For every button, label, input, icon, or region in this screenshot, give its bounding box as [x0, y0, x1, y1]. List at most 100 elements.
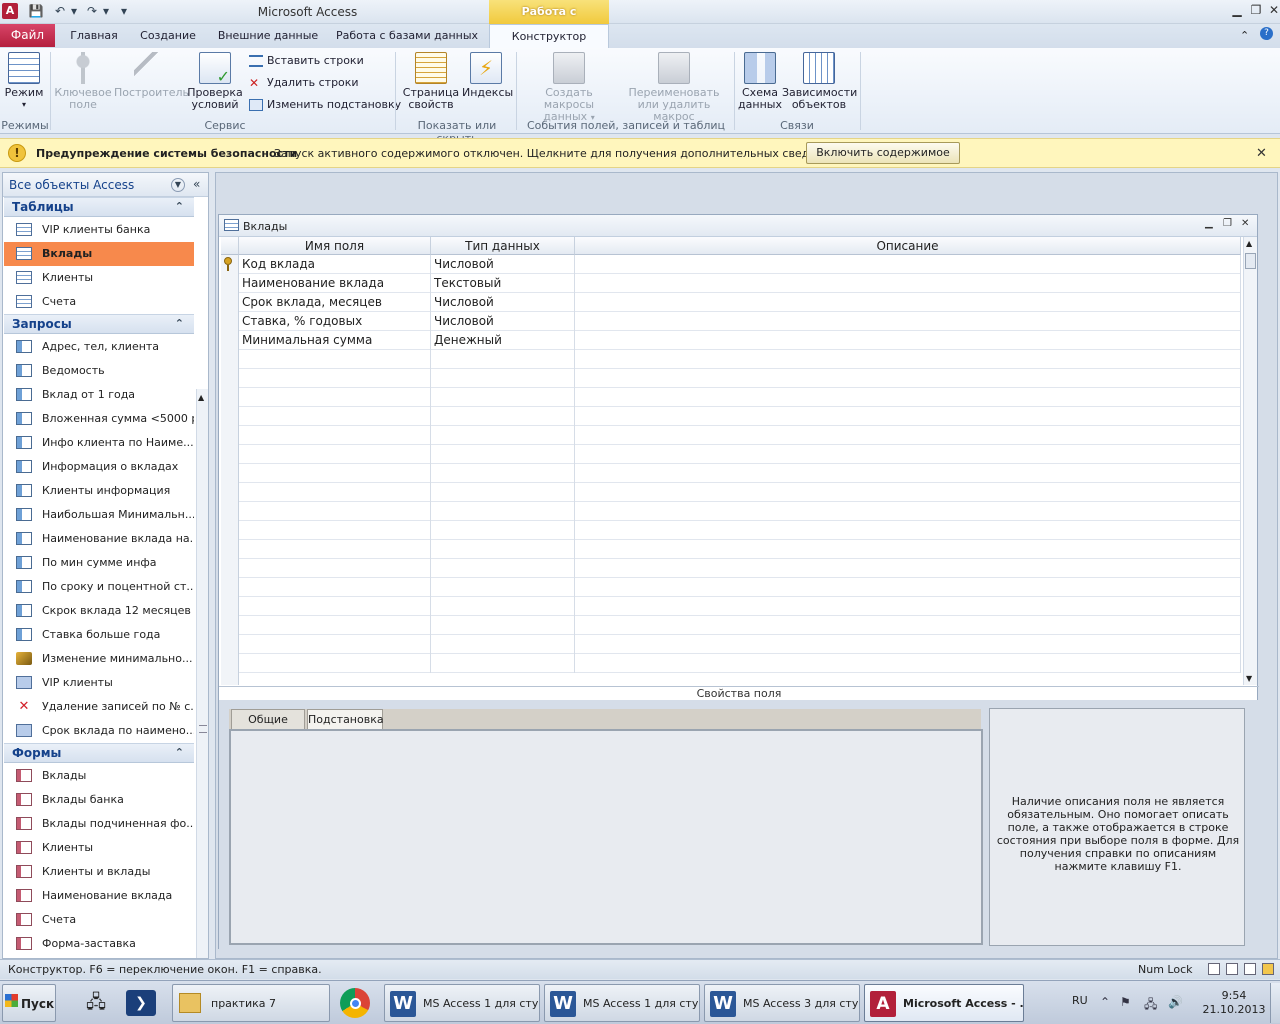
cell-desc[interactable]: [575, 616, 1241, 635]
chevron-up-icon[interactable]: ⌃: [175, 744, 184, 762]
cell-type[interactable]: [431, 483, 575, 502]
cell-name[interactable]: [239, 540, 431, 559]
cell-desc[interactable]: [575, 331, 1241, 350]
powershell-icon[interactable]: ❯: [126, 990, 156, 1016]
task-access[interactable]: A Microsoft Access - ...: [864, 984, 1024, 1022]
nav-item[interactable]: VIP клиенты банка: [4, 218, 194, 242]
nav-item[interactable]: Вклады: [4, 764, 194, 788]
cell-type[interactable]: Числовой: [431, 255, 575, 274]
cell-desc[interactable]: [575, 540, 1241, 559]
redo-dropdown-icon[interactable]: ▾: [98, 4, 114, 19]
doc-minimize-icon[interactable]: ▁: [1205, 218, 1213, 229]
nav-item[interactable]: По мин сумме инфа: [4, 551, 194, 575]
tab-general[interactable]: Общие: [231, 709, 305, 730]
chevron-down-icon[interactable]: ▼: [171, 178, 185, 192]
cell-name[interactable]: [239, 635, 431, 654]
cell-desc[interactable]: [575, 426, 1241, 445]
table-row[interactable]: Код вклада Числовой: [239, 255, 1241, 274]
tab-home[interactable]: Главная: [62, 24, 126, 48]
customize-qat-icon[interactable]: ▾: [116, 4, 132, 19]
cell-desc[interactable]: [575, 483, 1241, 502]
nav-item[interactable]: Вклад от 1 года: [4, 383, 194, 407]
cell-name[interactable]: [239, 369, 431, 388]
table-row[interactable]: [239, 445, 1241, 464]
cell-name[interactable]: [239, 388, 431, 407]
indexes-button[interactable]: ⚡ Индексы: [462, 52, 513, 99]
chevron-up-icon[interactable]: ⌃: [175, 315, 184, 333]
doc-close-icon[interactable]: ✕: [1241, 218, 1249, 229]
nav-section-header[interactable]: Формы ⌃: [4, 743, 194, 763]
column-header-field-name[interactable]: Имя поля: [239, 237, 431, 255]
nav-item[interactable]: Ставка больше года: [4, 623, 194, 647]
cell-type[interactable]: [431, 407, 575, 426]
cell-name[interactable]: [239, 350, 431, 369]
nav-item[interactable]: Адрес, тел, клиента: [4, 335, 194, 359]
cell-name[interactable]: Минимальная сумма: [239, 331, 431, 350]
cell-desc[interactable]: [575, 293, 1241, 312]
insert-rows-button[interactable]: Вставить строки: [249, 52, 364, 70]
cell-desc[interactable]: [575, 407, 1241, 426]
table-row[interactable]: [239, 559, 1241, 578]
cell-type[interactable]: [431, 616, 575, 635]
cell-type[interactable]: [431, 445, 575, 464]
cell-name[interactable]: [239, 559, 431, 578]
table-row[interactable]: Минимальная сумма Денежный: [239, 331, 1241, 350]
close-icon[interactable]: ✕: [1263, 2, 1280, 18]
doc-restore-icon[interactable]: ❐: [1223, 218, 1232, 229]
key-field-button[interactable]: Ключевое поле: [54, 52, 112, 111]
nav-scrollbar[interactable]: ▲ ▼: [196, 389, 208, 972]
nav-item[interactable]: Вклады подчиненная фо...: [4, 812, 194, 836]
nav-item[interactable]: Счета: [4, 290, 194, 314]
grid-corner[interactable]: [221, 237, 239, 255]
cell-type[interactable]: [431, 350, 575, 369]
tray-expand-icon[interactable]: ⌃: [1100, 995, 1110, 1009]
table-row[interactable]: [239, 654, 1241, 673]
table-row[interactable]: Срок вклада, месяцев Числовой: [239, 293, 1241, 312]
cell-name[interactable]: [239, 654, 431, 673]
cell-name[interactable]: Наименование вклада: [239, 274, 431, 293]
cell-name[interactable]: [239, 597, 431, 616]
rename-delete-macro-button[interactable]: Переименовать или удалить макрос: [618, 52, 730, 123]
nav-item[interactable]: ✕ Удаление записей по № с...: [4, 695, 194, 719]
nav-title[interactable]: Все объекты Access: [9, 178, 134, 192]
nav-item[interactable]: Клиенты и вклады: [4, 860, 194, 884]
nav-item[interactable]: Вклады банка: [4, 788, 194, 812]
task-word-1[interactable]: W MS Access 1 для сту...: [384, 984, 540, 1022]
cell-type[interactable]: [431, 635, 575, 654]
pivotchart-view-icon[interactable]: [1244, 963, 1256, 975]
table-row[interactable]: [239, 388, 1241, 407]
cell-desc[interactable]: [575, 502, 1241, 521]
network-app-icon[interactable]: 🖧: [78, 986, 114, 1020]
task-word-2[interactable]: W MS Access 1 для сту...: [544, 984, 700, 1022]
close-icon[interactable]: ✕: [1256, 146, 1267, 161]
clock[interactable]: 9:54 21.10.2013: [1200, 989, 1268, 1017]
cell-type[interactable]: [431, 578, 575, 597]
cell-desc[interactable]: [575, 312, 1241, 331]
table-row[interactable]: [239, 426, 1241, 445]
cell-desc[interactable]: [575, 578, 1241, 597]
task-folder[interactable]: практика 7: [172, 984, 330, 1022]
task-word-3[interactable]: W MS Access 3 для сту...: [704, 984, 860, 1022]
cell-desc[interactable]: [575, 654, 1241, 673]
cell-type[interactable]: [431, 464, 575, 483]
table-row[interactable]: [239, 407, 1241, 426]
table-row[interactable]: Наименование вклада Текстовый: [239, 274, 1241, 293]
table-row[interactable]: [239, 540, 1241, 559]
access-app-icon[interactable]: A: [2, 3, 18, 19]
save-icon[interactable]: 💾: [28, 4, 44, 19]
cell-type[interactable]: [431, 521, 575, 540]
cell-type[interactable]: [431, 597, 575, 616]
view-button[interactable]: Режим ▾: [2, 52, 46, 111]
nav-item[interactable]: Клиенты: [4, 266, 194, 290]
cell-type[interactable]: [431, 426, 575, 445]
tab-database-tools[interactable]: Работа с базами данных: [332, 24, 482, 48]
cell-desc[interactable]: [575, 464, 1241, 483]
property-sheet-button[interactable]: Страница свойств: [400, 52, 462, 111]
nav-item[interactable]: Наибольшая Минимальн...: [4, 503, 194, 527]
nav-item[interactable]: Инфо клиента по Наиме...: [4, 431, 194, 455]
cell-type[interactable]: Числовой: [431, 312, 575, 331]
nav-item[interactable]: VIP клиенты: [4, 671, 194, 695]
volume-icon[interactable]: 🔊: [1168, 995, 1183, 1009]
collapse-pane-icon[interactable]: «: [193, 177, 200, 191]
network-icon[interactable]: 🖧: [1144, 995, 1157, 1016]
